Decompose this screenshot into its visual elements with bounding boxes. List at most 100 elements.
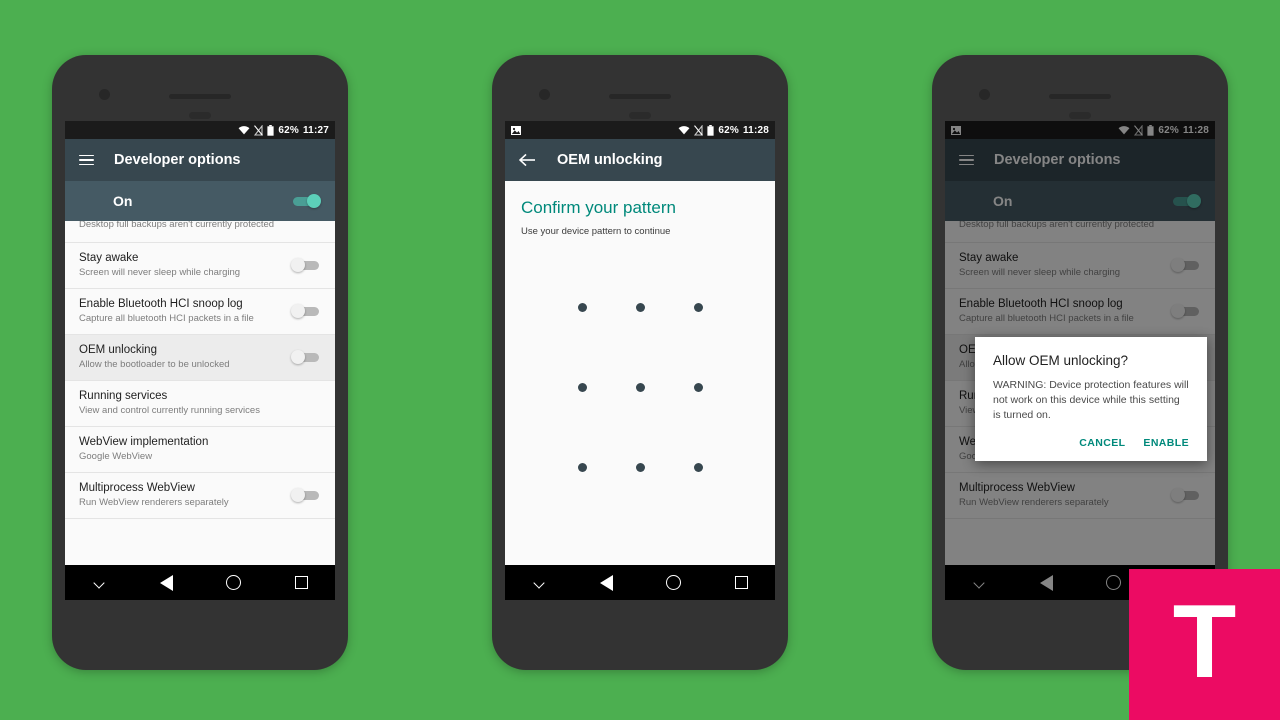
phone-device-2: 62% 11:28 OEM unlocking Confirm your pat… <box>492 55 788 670</box>
back-icon <box>159 574 173 591</box>
recents-icon <box>294 576 308 589</box>
app-toolbar: Developer options <box>65 139 335 181</box>
status-bar: 62% 11:27 <box>65 121 335 139</box>
screenshot-icon <box>511 125 521 135</box>
wifi-icon <box>678 126 690 135</box>
wifi-icon <box>238 126 250 135</box>
recents-button[interactable] <box>708 576 776 589</box>
dialog-message: WARNING: Device protection features will… <box>993 379 1189 421</box>
list-item[interactable]: Desktop full backups aren't currently pr… <box>65 221 335 235</box>
home-icon <box>226 575 242 590</box>
toggle-switch[interactable] <box>291 258 321 272</box>
battery-percent: 62% <box>278 124 299 136</box>
pattern-dot[interactable] <box>635 462 645 472</box>
list-item-webview-implementation[interactable]: WebView implementation Google WebView <box>65 427 335 473</box>
enable-button[interactable]: ENABLE <box>1143 437 1189 449</box>
dialog-title: Allow OEM unlocking? <box>993 353 1129 368</box>
proximity-sensor <box>629 112 651 119</box>
pattern-dot[interactable] <box>693 302 703 312</box>
front-camera-icon <box>539 89 550 100</box>
list-item-oem-unlocking[interactable]: OEM unlocking Allow the bootloader to be… <box>65 335 335 381</box>
toggle-switch[interactable] <box>291 350 321 364</box>
hide-keyboard-button[interactable] <box>505 578 573 588</box>
back-button[interactable] <box>133 574 201 591</box>
list-item-multiprocess-webview[interactable]: Multiprocess WebView Run WebView rendere… <box>65 473 335 519</box>
no-sim-icon <box>694 124 704 136</box>
pattern-dot[interactable] <box>577 382 587 392</box>
recents-button[interactable] <box>268 576 336 589</box>
battery-icon <box>707 124 714 136</box>
back-icon <box>599 574 613 591</box>
page-title: OEM unlocking <box>557 152 663 168</box>
earpiece-speaker <box>169 94 231 99</box>
settings-list: Desktop full backups aren't currently pr… <box>65 221 335 519</box>
list-item-bluetooth-hci[interactable]: Enable Bluetooth HCI snoop log Capture a… <box>65 289 335 335</box>
app-toolbar: OEM unlocking <box>505 139 775 181</box>
list-item-subtitle: Screen will never sleep while charging <box>79 267 241 278</box>
pattern-lock-grid[interactable] <box>553 267 727 507</box>
toggle-switch[interactable] <box>291 304 321 318</box>
list-item-title: OEM unlocking <box>79 344 157 356</box>
pattern-dot[interactable] <box>693 382 703 392</box>
pattern-dot[interactable] <box>635 382 645 392</box>
list-item-subtitle: View and control currently running servi… <box>79 405 260 416</box>
battery-icon <box>267 124 274 136</box>
list-item-subtitle: Capture all bluetooth HCI packets in a f… <box>79 313 254 324</box>
master-switch-label: On <box>113 193 133 209</box>
status-time: 11:28 <box>742 124 769 136</box>
brand-watermark-logo: T <box>1129 569 1280 720</box>
page-title: Developer options <box>114 152 241 168</box>
phone-device-1: 62% 11:27 Developer options On Desktop f… <box>52 55 348 670</box>
watermark-letter: T <box>1172 583 1237 700</box>
list-item-subtitle: Run WebView renderers separately <box>79 497 229 508</box>
earpiece-speaker <box>609 94 671 99</box>
cancel-button[interactable]: CANCEL <box>1079 437 1125 449</box>
pattern-confirm-page: Confirm your pattern Use your device pat… <box>505 181 775 599</box>
list-item-title: Enable Bluetooth HCI snoop log <box>79 298 243 310</box>
pattern-subtitle: Use your device pattern to continue <box>521 226 671 237</box>
proximity-sensor <box>189 112 211 119</box>
pattern-dot[interactable] <box>577 462 587 472</box>
dialog-actions: CANCEL ENABLE <box>993 437 1189 453</box>
master-toggle-switch[interactable] <box>291 194 321 208</box>
hide-keyboard-button[interactable] <box>65 578 133 588</box>
oem-unlock-dialog: Allow OEM unlocking? WARNING: Device pro… <box>975 337 1207 461</box>
back-arrow-icon[interactable] <box>519 153 536 167</box>
earpiece-speaker <box>1049 94 1111 99</box>
status-time: 11:27 <box>302 124 329 136</box>
list-item-title: Multiprocess WebView <box>79 482 195 494</box>
list-item-subtitle: Desktop full backups aren't currently pr… <box>79 221 275 230</box>
toggle-switch[interactable] <box>291 488 321 502</box>
list-item-subtitle: Google WebView <box>79 451 153 462</box>
list-divider <box>65 235 335 243</box>
pattern-dot[interactable] <box>577 302 587 312</box>
phone-2-screen: 62% 11:28 OEM unlocking Confirm your pat… <box>505 121 775 599</box>
chevron-down-icon <box>534 578 544 588</box>
list-item-title: Stay awake <box>79 252 139 264</box>
hamburger-icon[interactable] <box>79 154 94 166</box>
home-icon <box>666 575 682 590</box>
home-button[interactable] <box>200 575 268 590</box>
front-camera-icon <box>99 89 110 100</box>
chevron-down-icon <box>94 578 104 588</box>
list-item-stay-awake[interactable]: Stay awake Screen will never sleep while… <box>65 243 335 289</box>
back-button[interactable] <box>573 574 641 591</box>
phone-1-screen: 62% 11:27 Developer options On Desktop f… <box>65 121 335 599</box>
recents-icon <box>734 576 748 589</box>
android-navigation-bar <box>505 565 775 600</box>
front-camera-icon <box>979 89 990 100</box>
pattern-heading: Confirm your pattern <box>521 198 676 217</box>
android-navigation-bar <box>65 565 335 600</box>
home-button[interactable] <box>640 575 708 590</box>
pattern-dot[interactable] <box>635 302 645 312</box>
no-sim-icon <box>254 124 264 136</box>
battery-percent: 62% <box>718 124 739 136</box>
proximity-sensor <box>1069 112 1091 119</box>
master-switch-row[interactable]: On <box>65 181 335 221</box>
list-item-title: WebView implementation <box>79 436 209 448</box>
status-bar: 62% 11:28 <box>505 121 775 139</box>
phone-3-screen: 62% 11:28 Developer options On Desktop f… <box>945 121 1215 599</box>
list-item-running-services[interactable]: Running services View and control curren… <box>65 381 335 427</box>
list-item-title: Running services <box>79 390 168 402</box>
pattern-dot[interactable] <box>693 462 703 472</box>
